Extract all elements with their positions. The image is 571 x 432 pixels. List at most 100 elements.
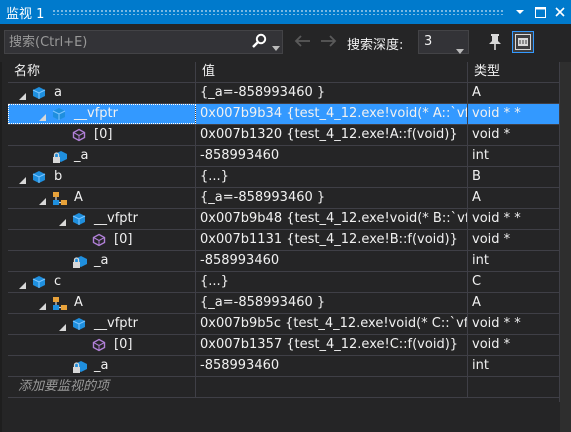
watch-name-cell[interactable]: [0] bbox=[8, 125, 196, 145]
pin-icon[interactable] bbox=[487, 33, 503, 55]
hex-display-icon[interactable] bbox=[512, 31, 534, 53]
collapse-arrow-icon[interactable] bbox=[38, 193, 47, 208]
private-field-icon bbox=[72, 254, 88, 271]
watch-value[interactable]: {...} bbox=[196, 272, 468, 292]
watch-value[interactable]: 0x007b1131 {test_4_12.exe!B::f(void)} bbox=[196, 230, 468, 250]
watch-name-cell[interactable]: [0] bbox=[8, 335, 196, 355]
watch-name-cell[interactable]: A bbox=[8, 188, 196, 208]
watch-row[interactable]: A {_a=-858993460 } A bbox=[8, 293, 559, 314]
search-forward-icon[interactable] bbox=[320, 34, 338, 52]
watch-value[interactable]: 0x007b1357 {test_4_12.exe!C::f(void)} bbox=[196, 335, 468, 355]
watch-name-cell[interactable]: __vfptr bbox=[8, 209, 196, 229]
vertical-scrollbar[interactable] bbox=[560, 62, 571, 432]
watch-name-cell[interactable]: b bbox=[8, 167, 196, 187]
window-options-dropdown-icon[interactable] bbox=[511, 3, 529, 21]
watch-name: c bbox=[54, 274, 62, 289]
watch-grid: 名称 值 类型 a {_a=-858993460 } A __vfptr 0x007b9… bbox=[8, 62, 559, 402]
collapse-arrow-icon[interactable] bbox=[58, 319, 67, 334]
maximize-icon[interactable] bbox=[531, 3, 549, 21]
collapse-arrow-icon[interactable] bbox=[18, 277, 27, 292]
base-class-icon bbox=[52, 191, 70, 208]
watch-value[interactable]: {_a=-858993460 } bbox=[196, 83, 468, 103]
search-depth-select[interactable]: 3 bbox=[418, 30, 469, 54]
watch-name-cell[interactable]: _a bbox=[8, 356, 196, 376]
watch-name-cell[interactable]: __vfptr bbox=[8, 104, 196, 124]
watch-value[interactable]: -858993460 bbox=[196, 356, 468, 376]
watch-type: void * * bbox=[472, 106, 521, 121]
watch-name-cell[interactable]: a bbox=[8, 83, 196, 103]
watch-row[interactable]: [0] 0x007b1131 {test_4_12.exe!B::f(void)}… bbox=[8, 230, 559, 251]
column-header-value[interactable]: 值 bbox=[196, 62, 468, 82]
watch-name: b bbox=[54, 169, 63, 184]
search-icon[interactable] bbox=[251, 33, 267, 53]
watch-value[interactable]: -858993460 bbox=[196, 251, 468, 271]
watch-value[interactable]: 0x007b9b5c {test_4_12.exe!void(* C::`vf… bbox=[196, 314, 468, 334]
watch-name: __vfptr bbox=[74, 106, 118, 121]
watch-value[interactable]: 0x007b9b34 {test_4_12.exe!void(* A::`vf… bbox=[196, 104, 468, 124]
add-watch-row[interactable]: 添加要监视的项 bbox=[8, 377, 559, 398]
watch-name-cell[interactable]: _a bbox=[8, 146, 196, 166]
watch-row[interactable]: b {...} B bbox=[8, 167, 559, 188]
watch-row[interactable]: _a -858993460 int bbox=[8, 356, 559, 377]
watch-name: [0] bbox=[114, 337, 133, 352]
watch-row[interactable]: __vfptr 0x007b9b34 {test_4_12.exe!void(* … bbox=[8, 104, 559, 125]
watch-name-cell[interactable]: [0] bbox=[8, 230, 196, 250]
column-header-type[interactable]: 类型 bbox=[468, 62, 559, 82]
watch-name: __vfptr bbox=[94, 211, 138, 226]
object-icon bbox=[52, 107, 66, 124]
add-watch-value-cell bbox=[196, 377, 468, 397]
watch-name: [0] bbox=[94, 127, 113, 142]
search-box[interactable] bbox=[4, 30, 283, 54]
watch-value[interactable]: {_a=-858993460 } bbox=[196, 188, 468, 208]
window-title: 监视 1 bbox=[6, 6, 45, 22]
watch-name: [0] bbox=[114, 232, 133, 247]
watch-row[interactable]: _a -858993460 int bbox=[8, 251, 559, 272]
watch-row[interactable]: [0] 0x007b1357 {test_4_12.exe!C::f(void)}… bbox=[8, 335, 559, 356]
collapse-arrow-icon[interactable] bbox=[58, 214, 67, 229]
watch-value[interactable]: -858993460 bbox=[196, 146, 468, 166]
search-back-icon[interactable] bbox=[293, 34, 311, 52]
left-edge bbox=[0, 62, 2, 432]
close-icon[interactable] bbox=[551, 3, 569, 21]
watch-row[interactable]: __vfptr 0x007b9b48 {test_4_12.exe!void(* … bbox=[8, 209, 559, 230]
column-header-name[interactable]: 名称 bbox=[8, 62, 196, 82]
watch-type: B bbox=[472, 169, 481, 184]
collapse-arrow-icon[interactable] bbox=[38, 298, 47, 313]
watch-name-cell[interactable]: __vfptr bbox=[8, 314, 196, 334]
watch-name-cell[interactable]: A bbox=[8, 293, 196, 313]
add-watch-cell[interactable]: 添加要监视的项 bbox=[8, 377, 196, 397]
window-title-bar: 监视 1 bbox=[0, 0, 571, 24]
search-options-dropdown-icon[interactable] bbox=[272, 40, 280, 55]
watch-name: _a bbox=[94, 253, 109, 268]
method-icon bbox=[72, 128, 86, 145]
watch-name: _a bbox=[74, 148, 89, 163]
watch-type: A bbox=[472, 190, 481, 205]
watch-value[interactable]: 0x007b1320 {test_4_12.exe!A::f(void)} bbox=[196, 125, 468, 145]
watch-toolbar: 搜索深度: 3 bbox=[0, 28, 571, 58]
add-watch-placeholder: 添加要监视的项 bbox=[18, 379, 110, 394]
watch-row[interactable]: A {_a=-858993460 } A bbox=[8, 188, 559, 209]
watch-name: _a bbox=[94, 358, 109, 373]
watch-row[interactable]: c {...} C bbox=[8, 272, 559, 293]
watch-row[interactable]: __vfptr 0x007b9b5c {test_4_12.exe!void(* … bbox=[8, 314, 559, 335]
watch-row[interactable]: a {_a=-858993460 } A bbox=[8, 83, 559, 104]
watch-row[interactable]: [0] 0x007b1320 {test_4_12.exe!A::f(void)}… bbox=[8, 125, 559, 146]
watch-value[interactable]: 0x007b9b48 {test_4_12.exe!void(* B::`vf… bbox=[196, 209, 468, 229]
watch-type: void * bbox=[472, 127, 511, 142]
collapse-arrow-icon[interactable] bbox=[18, 88, 27, 103]
add-watch-type-cell bbox=[468, 377, 559, 397]
watch-type: C bbox=[472, 274, 482, 289]
watch-name-cell[interactable]: c bbox=[8, 272, 196, 292]
collapse-arrow-icon[interactable] bbox=[38, 109, 47, 124]
object-icon bbox=[32, 170, 46, 187]
watch-name-cell[interactable]: _a bbox=[8, 251, 196, 271]
watch-value[interactable]: {_a=-858993460 } bbox=[196, 293, 468, 313]
watch-type: int bbox=[472, 253, 489, 268]
watch-type: A bbox=[472, 295, 481, 310]
watch-row[interactable]: _a -858993460 int bbox=[8, 146, 559, 167]
watch-value[interactable]: {...} bbox=[196, 167, 468, 187]
collapse-arrow-icon[interactable] bbox=[18, 172, 27, 187]
title-bar-grip[interactable] bbox=[52, 9, 503, 15]
search-input[interactable] bbox=[5, 33, 241, 51]
watch-name: a bbox=[54, 85, 62, 100]
